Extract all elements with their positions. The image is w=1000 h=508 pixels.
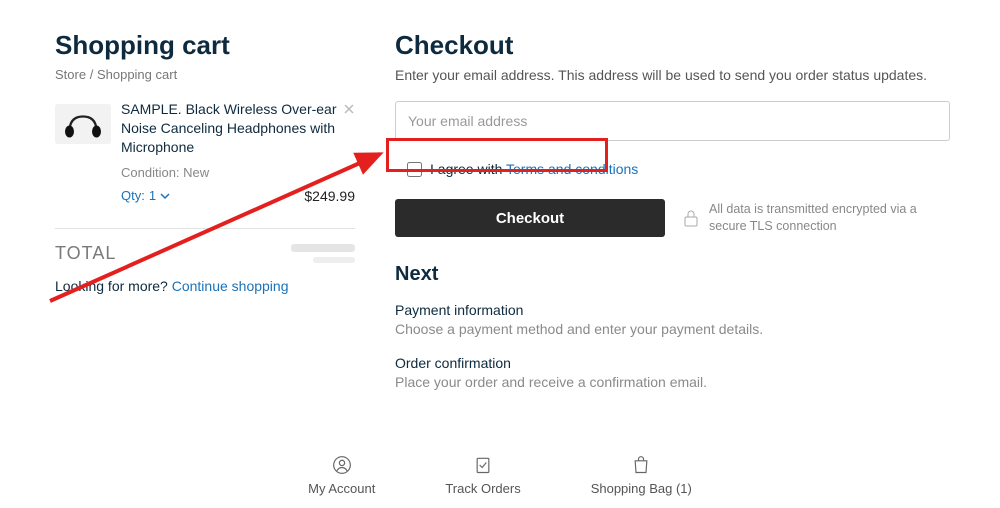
product-condition: Condition: New xyxy=(121,165,355,180)
footer-label: Track Orders xyxy=(445,481,520,496)
breadcrumb-current: Shopping cart xyxy=(97,67,177,82)
agree-prefix: I agree with xyxy=(430,161,506,177)
step-payment: Payment information Choose a payment met… xyxy=(395,302,950,337)
breadcrumb-store-link[interactable]: Store xyxy=(55,67,86,82)
product-title[interactable]: SAMPLE. Black Wireless Over-ear Noise Ca… xyxy=(121,100,355,157)
email-input[interactable] xyxy=(395,101,950,141)
footer-track-orders[interactable]: Track Orders xyxy=(445,455,520,496)
qty-label: Qty: xyxy=(121,188,145,203)
terms-checkbox[interactable] xyxy=(407,162,422,177)
cart-heading: Shopping cart xyxy=(55,30,355,61)
step-desc: Place your order and receive a confirmat… xyxy=(395,374,950,390)
step-desc: Choose a payment method and enter your p… xyxy=(395,321,950,337)
continue-prefix: Looking for more? xyxy=(55,278,172,294)
product-thumbnail[interactable] xyxy=(55,104,111,144)
headphones-icon xyxy=(60,109,106,139)
footer-label: Shopping Bag (1) xyxy=(591,481,692,496)
remove-item-button[interactable] xyxy=(343,102,355,118)
qty-value: 1 xyxy=(149,188,156,203)
next-heading: Next xyxy=(395,263,950,286)
close-icon xyxy=(343,103,355,115)
step-title: Order confirmation xyxy=(395,355,950,371)
bag-icon xyxy=(631,455,651,475)
cart-item: SAMPLE. Black Wireless Over-ear Noise Ca… xyxy=(55,100,355,220)
product-price: $249.99 xyxy=(304,188,355,204)
secure-note: All data is transmitted encrypted via a … xyxy=(683,201,923,235)
divider xyxy=(55,228,355,229)
checkout-button[interactable]: Checkout xyxy=(395,199,665,237)
continue-shopping-line: Looking for more? Continue shopping xyxy=(55,278,355,294)
terms-agree-row: I agree with Terms and conditions xyxy=(395,151,650,187)
user-icon xyxy=(332,455,352,475)
terms-link[interactable]: Terms and conditions xyxy=(506,161,638,177)
checkout-heading: Checkout xyxy=(395,30,950,61)
total-amount-loading xyxy=(291,244,355,263)
total-label: TOTAL xyxy=(55,243,116,264)
secure-note-text: All data is transmitted encrypted via a … xyxy=(709,201,923,235)
lock-icon xyxy=(683,209,699,227)
step-title: Payment information xyxy=(395,302,950,318)
footer-label: My Account xyxy=(308,481,375,496)
footer-shopping-bag[interactable]: Shopping Bag (1) xyxy=(591,455,692,496)
step-confirmation: Order confirmation Place your order and … xyxy=(395,355,950,390)
checkout-subtitle: Enter your email address. This address w… xyxy=(395,67,950,83)
breadcrumb: Store / Shopping cart xyxy=(55,67,355,82)
quantity-selector[interactable]: Qty: 1 xyxy=(121,188,170,203)
footer-my-account[interactable]: My Account xyxy=(308,455,375,496)
breadcrumb-separator: / xyxy=(90,67,94,82)
clipboard-check-icon xyxy=(473,455,493,475)
footer-nav: My Account Track Orders Shopping Bag (1) xyxy=(0,455,1000,496)
chevron-down-icon xyxy=(160,191,170,201)
continue-shopping-link[interactable]: Continue shopping xyxy=(172,278,289,294)
